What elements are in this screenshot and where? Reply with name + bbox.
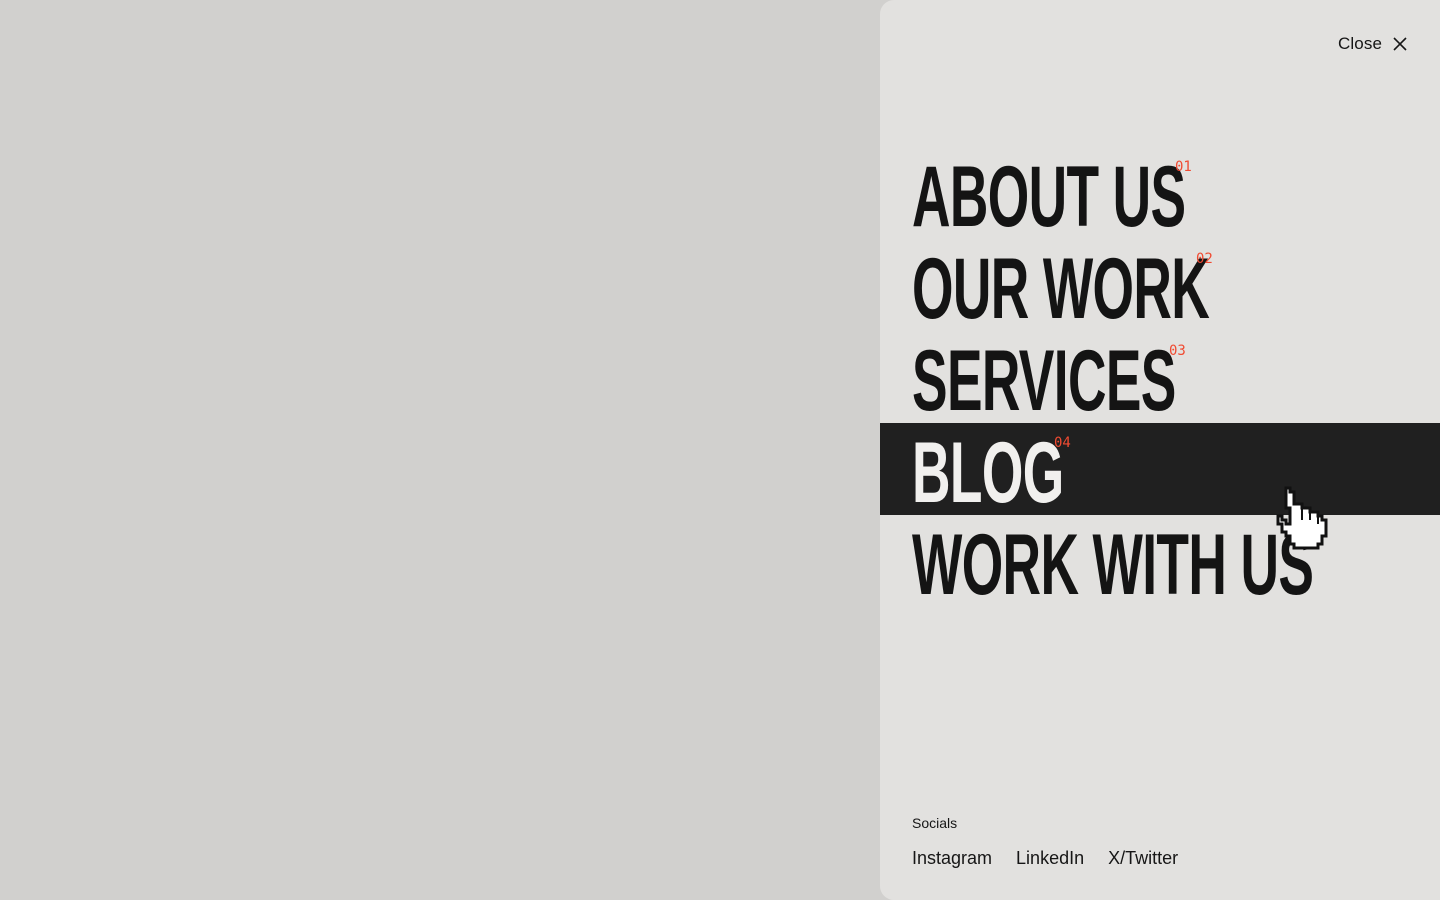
nav-item-number: 03 xyxy=(1169,343,1186,359)
nav-item-label: BLOG xyxy=(912,425,1064,521)
page-backdrop[interactable] xyxy=(0,0,880,900)
close-icon xyxy=(1392,36,1408,52)
social-link-x-twitter[interactable]: X/Twitter xyxy=(1108,848,1178,869)
social-link-instagram[interactable]: Instagram xyxy=(912,848,992,869)
nav-item-label: ABOUT US xyxy=(912,149,1186,245)
socials-list: Instagram LinkedIn X/Twitter xyxy=(912,848,1178,869)
nav-item-label: SERVICES xyxy=(912,333,1176,429)
nav-item-work-with-us[interactable]: WORK WITH US xyxy=(880,515,1440,613)
nav-item-blog[interactable]: BLOG 04 xyxy=(880,423,1440,521)
nav-item-label: WORK WITH US xyxy=(912,517,1314,613)
nav-item-number: 01 xyxy=(1175,159,1192,175)
nav-item-number: 04 xyxy=(1054,435,1071,451)
nav-item-services[interactable]: SERVICES 03 xyxy=(880,331,1440,429)
socials-heading: Socials xyxy=(912,815,958,831)
nav-item-number: 02 xyxy=(1196,251,1213,267)
nav-item-our-work[interactable]: OUR WORK 02 xyxy=(880,239,1440,337)
close-button[interactable]: Close xyxy=(1338,34,1408,54)
main-nav: ABOUT US 01 OUR WORK 02 SERVICES 03 BLOG… xyxy=(880,147,1440,613)
nav-item-about-us[interactable]: ABOUT US 01 xyxy=(880,147,1440,245)
menu-panel: Close ABOUT US 01 OUR WORK 02 SERVICES 0… xyxy=(880,0,1440,900)
nav-item-label: OUR WORK xyxy=(912,241,1210,337)
social-link-linkedin[interactable]: LinkedIn xyxy=(1016,848,1084,869)
close-label: Close xyxy=(1338,34,1382,53)
